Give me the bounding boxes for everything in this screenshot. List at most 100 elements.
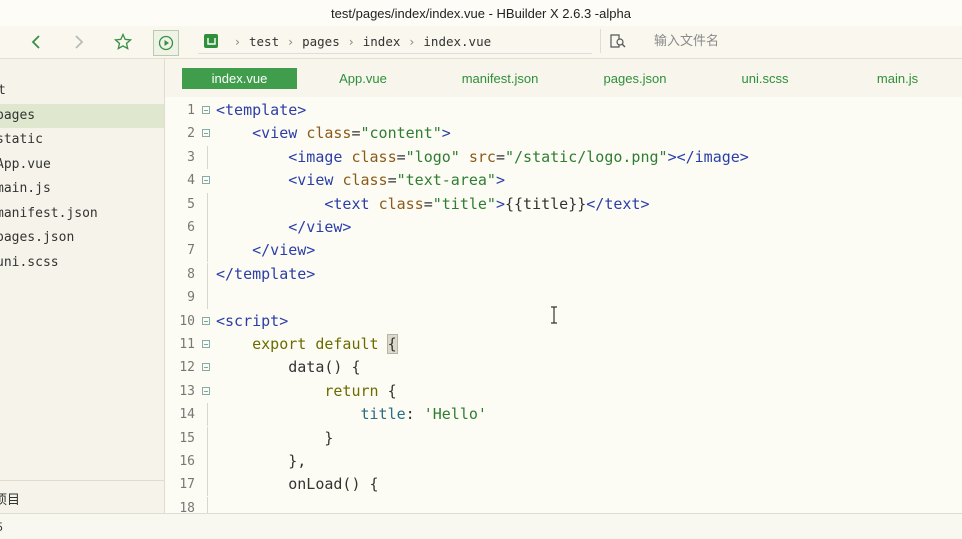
code-token: class: [342, 171, 388, 190]
code-text: }: [216, 427, 333, 450]
code-line[interactable]: 2 <view class="content">: [165, 122, 962, 145]
code-token: "title": [432, 194, 496, 213]
sidebar-item-uni-scss[interactable]: uni.scss: [0, 251, 164, 275]
fold-guide: [207, 262, 208, 286]
code-token: =: [396, 147, 406, 166]
breadcrumb: › test › pages › index › index.vue: [198, 29, 592, 54]
fold-guide: [207, 426, 208, 450]
code-line[interactable]: 4 <view class="text-area">: [165, 169, 962, 192]
breadcrumb-item[interactable]: pages: [302, 34, 340, 49]
forward-button[interactable]: [67, 30, 91, 54]
code-line[interactable]: 14 title: 'Hello': [165, 403, 962, 427]
code-editor[interactable]: 1 <template> 2 <view class="content"> 3 <im…: [165, 97, 962, 513]
tab-app-vue[interactable]: App.vue: [323, 68, 403, 89]
code-token: <view: [288, 171, 343, 190]
sidebar-item-label: App.vue: [0, 157, 51, 172]
code-line[interactable]: 6 </view>: [165, 216, 962, 239]
code-token: },: [216, 452, 307, 470]
code-line[interactable]: 8 </template>: [165, 262, 962, 286]
sidebar-item-manifest-json[interactable]: manifest.json: [0, 202, 164, 226]
line-number: 2: [187, 126, 195, 142]
code-token: =: [423, 194, 433, 213]
code-line[interactable]: 10 <script>: [165, 310, 962, 333]
sidebar-item-pages[interactable]: pages: [0, 104, 164, 128]
code-line[interactable]: 17 onLoad() {: [165, 473, 962, 497]
code-line[interactable]: 5 <text class="title">{{title}}</text>: [165, 192, 962, 216]
code-token: class: [378, 194, 424, 213]
code-token: </template>: [216, 264, 316, 283]
code-text: </template>: [216, 263, 315, 286]
file-search-input[interactable]: [652, 32, 936, 50]
line-number: 9: [187, 290, 195, 306]
breadcrumb-item[interactable]: index.vue: [423, 34, 491, 49]
code-line[interactable]: 15 }: [165, 426, 962, 450]
code-text: data() {: [216, 356, 360, 379]
project-root-label[interactable]: t: [0, 83, 6, 98]
window-title: test/pages/index/index.vue - HBuilder X …: [331, 5, 631, 21]
back-button[interactable]: [24, 30, 48, 54]
fold-guide: [207, 403, 208, 427]
code-line[interactable]: 9: [165, 286, 962, 310]
code-token: <view: [252, 124, 307, 143]
breadcrumb-separator-icon: ›: [288, 33, 294, 49]
code-line[interactable]: 13 return {: [165, 380, 962, 403]
fold-guide: [207, 145, 208, 169]
code-line[interactable]: 16 },: [165, 450, 962, 473]
fold-toggle-icon[interactable]: [202, 340, 210, 348]
tab-main-js[interactable]: main.js: [860, 68, 935, 89]
code-token: >: [495, 171, 505, 190]
fold-toggle-icon[interactable]: [202, 316, 210, 325]
code-line[interactable]: 7 </view>: [165, 239, 962, 263]
fold-guide: [207, 239, 208, 263]
tab-pages-json[interactable]: pages.json: [590, 68, 680, 89]
breadcrumb-item[interactable]: test: [249, 34, 279, 49]
code-text: <view class="text-area">: [216, 169, 505, 192]
sidebar-item-label: pages: [0, 108, 36, 123]
fold-toggle-icon[interactable]: [202, 363, 210, 372]
favorite-button[interactable]: [111, 30, 135, 54]
code-token: >: [441, 124, 451, 143]
sidebar-item-static[interactable]: static: [0, 128, 164, 152]
toolbar: › test › pages › index › index.vue: [0, 26, 962, 59]
code-line[interactable]: 12 data() {: [165, 356, 962, 379]
code-text: title: 'Hello': [216, 403, 487, 426]
code-token: </view>: [288, 218, 352, 236]
fold-toggle-icon[interactable]: [202, 176, 210, 185]
breadcrumb-item[interactable]: index: [363, 34, 401, 49]
code-text: <view class="content">: [216, 122, 451, 145]
code-line[interactable]: 3 <image class="logo" src="/static/logo.…: [165, 145, 962, 169]
chevron-left-icon: [31, 35, 40, 49]
code-token: >: [495, 194, 505, 213]
fold-toggle-icon[interactable]: [202, 106, 210, 114]
file-search: [600, 29, 962, 53]
project-panel-footer[interactable]: 项目: [0, 480, 164, 514]
fold-toggle-icon[interactable]: [202, 129, 210, 138]
line-number: 13: [179, 383, 195, 399]
project-icon: [204, 34, 218, 48]
code-text: <text class="title">{{title}}</text>: [216, 193, 649, 216]
run-button[interactable]: [153, 30, 179, 56]
sidebar-item-pages-json[interactable]: pages.json: [0, 226, 164, 250]
tab-index-vue[interactable]: index.vue: [182, 68, 297, 89]
sidebar-item-app-vue[interactable]: App.vue: [0, 153, 164, 177]
code-token: "text-area": [396, 171, 496, 190]
tab-manifest-json[interactable]: manifest.json: [445, 68, 555, 89]
code-token: </view>: [252, 241, 316, 260]
code-line[interactable]: 11 export default {: [165, 333, 962, 356]
code-token: =: [351, 124, 361, 143]
play-circle-icon: [158, 35, 174, 51]
fold-guide: [207, 216, 208, 239]
code-line[interactable]: 18: [165, 496, 962, 513]
tab-uni-scss[interactable]: uni.scss: [725, 68, 805, 89]
sidebar-item-label: static: [0, 132, 43, 147]
breadcrumb-separator-icon: ›: [235, 33, 240, 49]
code-token: 'Hello': [423, 405, 487, 424]
fold-toggle-icon[interactable]: [202, 386, 210, 395]
code-line[interactable]: 1 <template>: [165, 99, 962, 122]
code-token: =: [387, 171, 397, 190]
code-text: onLoad() {: [216, 473, 378, 496]
sidebar-item-main-js[interactable]: main.js: [0, 177, 164, 201]
line-number: 7: [187, 243, 195, 259]
